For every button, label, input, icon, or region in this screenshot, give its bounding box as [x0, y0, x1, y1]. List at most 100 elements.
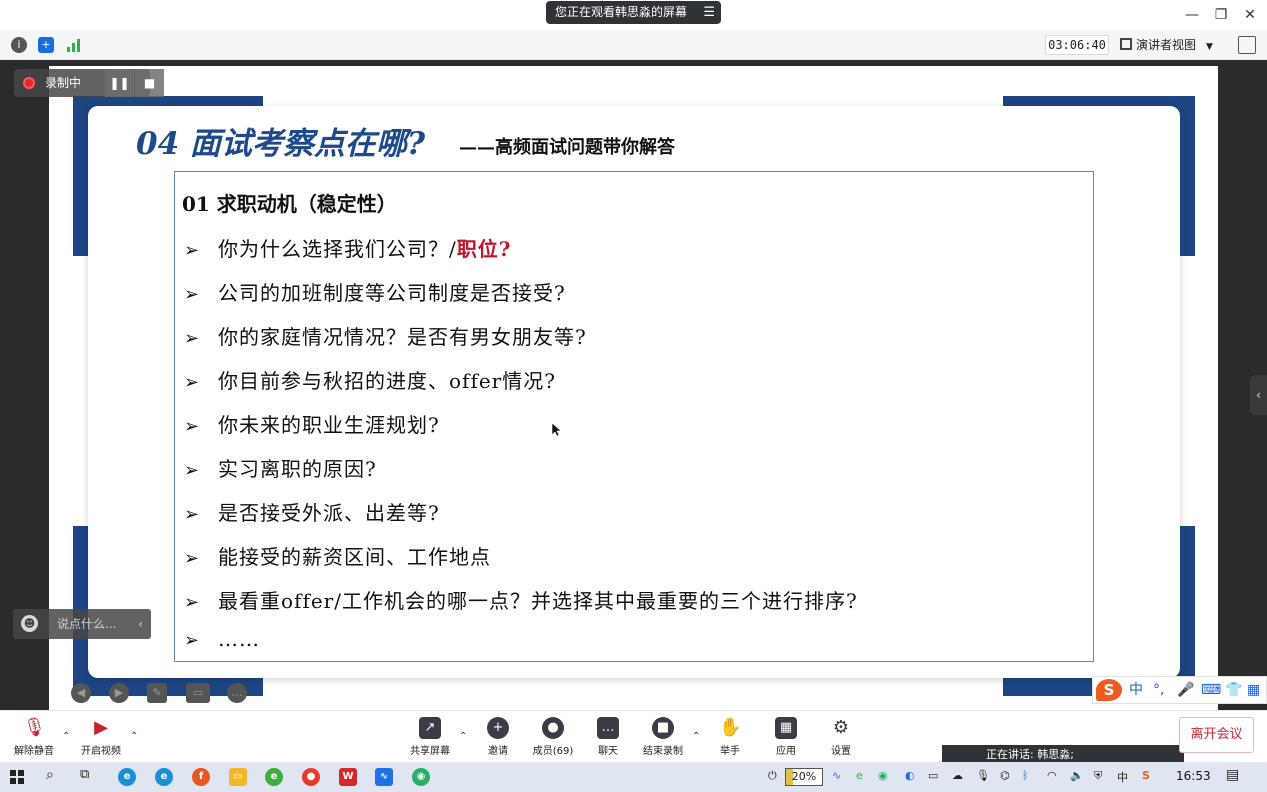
view-mode-select[interactable]: 演讲者视图 ▼: [1120, 35, 1228, 55]
screen-share-banner[interactable]: 您正在观看韩思淼的屏幕 ☰: [546, 1, 721, 24]
invite-icon: +: [487, 717, 509, 739]
unmute-button[interactable]: 🎙 解除静音: [4, 717, 64, 761]
bullet-arrow-icon: ➢: [184, 630, 201, 651]
tencent-meeting-icon[interactable]: ∿: [375, 768, 393, 786]
windows-start-icon[interactable]: [10, 770, 24, 784]
bluetooth-icon[interactable]: ᛒ: [1022, 769, 1029, 782]
minimize-icon[interactable]: —: [1182, 5, 1202, 25]
hand-icon: ✋: [719, 717, 742, 738]
usb-icon[interactable]: ⌬: [1000, 769, 1010, 782]
keyboard-icon[interactable]: ⌨: [1201, 677, 1221, 703]
stop-icon[interactable]: ■: [135, 69, 164, 97]
ime-punct[interactable]: °,: [1153, 677, 1164, 703]
stop-record-icon: ■: [652, 717, 674, 739]
sogou-tray-icon[interactable]: S: [1142, 769, 1150, 782]
apps-button[interactable]: ▦ 应用: [756, 717, 816, 761]
fullscreen-icon[interactable]: [1238, 36, 1256, 54]
notification-icon[interactable]: ▤: [1226, 767, 1239, 783]
shield-icon[interactable]: +: [38, 37, 54, 53]
info-icon[interactable]: i: [11, 37, 27, 53]
question-text: 能接受的薪资区间、工作地点: [218, 545, 491, 569]
app-tray-icon[interactable]: ◐: [905, 769, 915, 782]
battery-level: 20%: [791, 770, 817, 783]
toolbox-icon[interactable]: ▦: [1247, 677, 1260, 703]
chat-button[interactable]: … 聊天: [578, 717, 638, 761]
menu-icon[interactable]: ☰: [703, 1, 715, 24]
title-bar: 您正在观看韩思淼的屏幕 ☰ — ❐ ✕: [0, 0, 1267, 30]
members-button[interactable]: ● 成员(69): [523, 717, 583, 761]
signal-icon[interactable]: [66, 37, 82, 53]
power-plug-icon[interactable]: ⏻: [768, 769, 777, 783]
question-box-title: 01 求职动机（稳定性）: [182, 192, 397, 216]
pen-icon[interactable]: ✎: [147, 683, 167, 703]
next-slide-icon[interactable]: ▶: [109, 683, 129, 703]
members-icon: ●: [542, 717, 564, 739]
share-screen-icon: ↗: [419, 717, 441, 739]
chevron-down-icon: ▼: [1206, 42, 1213, 52]
view-mode-label: 演讲者视图: [1136, 38, 1197, 52]
camera-icon[interactable]: ▭: [186, 683, 210, 703]
mouse-cursor-icon: [552, 423, 561, 437]
meeting-window: 您正在观看韩思淼的屏幕 ☰ — ❐ ✕ i + 03:06:40 演讲者视图 ▼ …: [0, 0, 1267, 792]
question-item: ➢ 你为什么选择我们公司？/职位?: [184, 233, 511, 263]
wps-icon[interactable]: W: [339, 768, 357, 786]
share-screen-button[interactable]: ↗ 共享屏幕: [400, 717, 460, 761]
leave-meeting-button[interactable]: 离开会议: [1179, 717, 1254, 753]
file-explorer-icon[interactable]: ▭: [229, 768, 247, 786]
edge-icon[interactable]: e: [118, 768, 136, 786]
ie-icon[interactable]: e: [155, 768, 173, 786]
bullet-arrow-icon: ➢: [184, 240, 201, 261]
mic-tray-icon[interactable]: 🎙: [976, 769, 990, 782]
restore-icon[interactable]: ❐: [1211, 5, 1231, 25]
chat-label: 聊天: [598, 746, 618, 757]
wechat-icon[interactable]: ◉: [412, 768, 430, 786]
chevron-up-icon[interactable]: ⌃: [459, 731, 467, 742]
emoji-icon[interactable]: ☻: [21, 615, 38, 632]
skin-icon[interactable]: 👕: [1225, 677, 1242, 703]
mic-icon[interactable]: 🎤: [1177, 677, 1194, 703]
stop-recording-button[interactable]: ■ 结束录制: [633, 717, 693, 761]
raise-hand-button[interactable]: ✋ 举手: [700, 717, 760, 761]
bullet-arrow-icon: ➢: [184, 460, 201, 481]
stop-recording-label: 结束录制: [643, 746, 683, 757]
tencent-meeting-tray-icon[interactable]: ∿: [832, 769, 841, 782]
settings-label: 设置: [831, 746, 851, 757]
firefox-icon[interactable]: f: [192, 768, 210, 786]
wechat-tray-icon[interactable]: ◉: [878, 769, 888, 782]
ime-mode[interactable]: 中: [1129, 677, 1143, 703]
bullet-arrow-icon: ➢: [184, 372, 201, 393]
chevron-up-icon[interactable]: ⌃: [62, 731, 70, 742]
start-video-button[interactable]: ▶ 开启视频: [71, 717, 131, 761]
pause-icon[interactable]: ❚❚: [105, 69, 134, 97]
apps-label: 应用: [776, 746, 796, 757]
chevron-up-icon[interactable]: ⌃: [130, 731, 138, 742]
invite-button[interactable]: + 邀请: [468, 717, 528, 761]
bullet-arrow-icon: ➢: [184, 592, 201, 613]
chat-quick-input[interactable]: ☻ 说点什么... ‹: [13, 609, 151, 639]
video-off-icon: ▶: [94, 717, 108, 738]
security-icon[interactable]: ⛨: [1094, 769, 1102, 783]
ime-indicator[interactable]: 中: [1117, 769, 1128, 785]
chat-placeholder: 说点什么...: [57, 617, 117, 631]
cloud-icon[interactable]: ☁: [952, 769, 963, 782]
browser-tray-icon[interactable]: e: [856, 769, 863, 782]
chrome-icon[interactable]: ●: [302, 768, 320, 786]
question-text: 实习离职的原因?: [218, 457, 377, 481]
more-icon[interactable]: …: [227, 683, 247, 703]
battery-indicator[interactable]: 20%: [785, 768, 823, 786]
sogou-logo-icon[interactable]: S: [1096, 679, 1122, 701]
settings-button[interactable]: ⚙ 设置: [811, 717, 871, 761]
question-item: ➢ 最看重offer/工作机会的哪一点？并选择其中最重要的三个进行排序?: [184, 585, 858, 615]
collapse-icon[interactable]: ‹: [138, 609, 143, 639]
wifi-icon[interactable]: ◠: [1047, 769, 1057, 782]
invite-label: 邀请: [488, 746, 508, 757]
volume-icon[interactable]: 🔈: [1070, 769, 1084, 782]
search-icon[interactable]: ⌕: [46, 767, 54, 783]
close-icon[interactable]: ✕: [1240, 5, 1260, 25]
task-view-icon[interactable]: ⧉: [80, 767, 89, 782]
side-panel-toggle-icon[interactable]: ‹: [1250, 375, 1267, 415]
browser-360-icon[interactable]: e: [265, 768, 283, 786]
device-icon[interactable]: ▭: [928, 769, 938, 782]
clock[interactable]: 16:53: [1176, 769, 1211, 783]
prev-slide-icon[interactable]: ◀: [71, 683, 91, 703]
